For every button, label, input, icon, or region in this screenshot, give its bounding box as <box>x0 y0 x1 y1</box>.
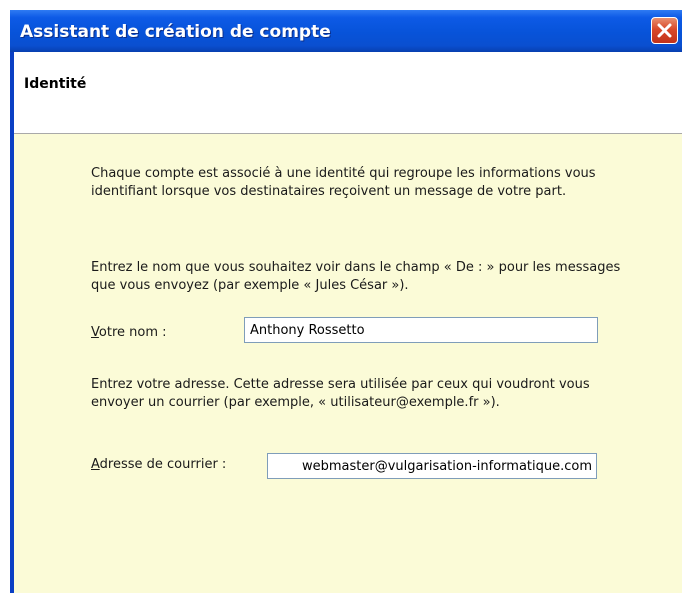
name-label-accelerator: V <box>91 325 99 340</box>
wizard-header: Identité <box>14 52 682 133</box>
close-icon <box>657 23 672 38</box>
email-label-text: dresse de courrier : <box>99 457 227 472</box>
wizard-content: Chaque compte est associé à une identité… <box>14 134 682 593</box>
name-label: Votre nom : <box>91 325 167 340</box>
email-label-accelerator: A <box>91 457 100 472</box>
email-label: Adresse de courrier : <box>91 457 226 472</box>
name-input[interactable] <box>244 317 598 343</box>
title-bar[interactable]: Assistant de création de compte <box>10 10 682 52</box>
close-button[interactable] <box>651 17 678 44</box>
page-title: Identité <box>24 76 87 92</box>
wizard-window: Assistant de création de compte Identité… <box>10 10 682 593</box>
window-title: Assistant de création de compte <box>20 22 331 42</box>
email-input[interactable] <box>267 453 597 479</box>
name-label-text: otre nom : <box>98 325 167 340</box>
intro-text: Chaque compte est associé à une identité… <box>91 166 596 199</box>
name-instruction-text: Entrez le nom que vous souhaitez voir da… <box>91 260 621 293</box>
email-instruction-text: Entrez votre adresse. Cette adresse sera… <box>91 377 590 410</box>
